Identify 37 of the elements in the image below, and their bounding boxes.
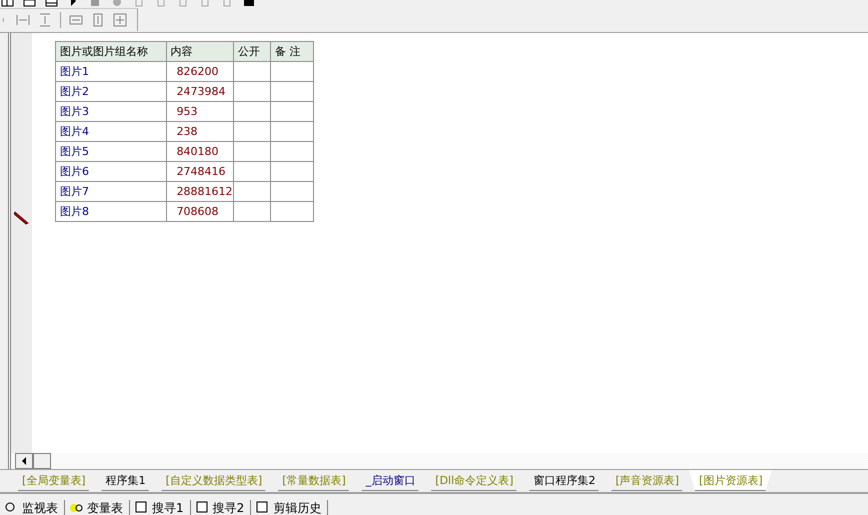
table-cell: 图片2 [56,82,166,102]
left-arrow-icon [22,457,26,465]
table-cell: 953 [166,102,234,122]
column-header: 备 注 [270,42,314,62]
table-cell: 图片6 [56,162,166,182]
width-icon[interactable] [69,13,83,27]
size-icon[interactable] [113,13,127,27]
panel-tab[interactable]: 搜寻1 [130,500,191,515]
table-cell: 图片8 [56,202,166,222]
height-icon[interactable] [91,13,105,27]
column-header: 内容 [166,42,234,62]
panel-tab[interactable]: 剪辑历史 [251,500,328,515]
column-header: 图片或图片组名称 [56,42,166,62]
table-cell: 840180 [166,142,234,162]
table-cell: 图片4 [56,122,166,142]
table-cell: 图片5 [56,142,166,162]
tab[interactable]: [图片资源表] [689,470,772,491]
panel-tab[interactable]: 搜寻2 [190,500,252,515]
column-header: 公开 [234,42,270,62]
scroll-left-button[interactable] [15,453,33,469]
spacing-icon[interactable] [16,13,30,27]
table-cell: 238 [166,122,234,142]
panel-tab[interactable]: 监视表 [0,500,65,515]
document-icon [134,500,148,514]
table-cell: 2748416 [166,162,234,182]
document-icon [194,500,209,514]
table-cell: 图片1 [56,62,166,82]
table-cell: 28881612 [166,182,234,202]
table-cell: 826200 [166,62,234,82]
pencil-icon [14,211,30,225]
panel-tab[interactable]: 变量表 [65,500,130,515]
table-cell: 图片7 [56,182,166,202]
table-cell: 2473984 [166,82,234,102]
document-icon [255,500,270,514]
table-cell: 708608 [166,202,234,222]
spacing-icon[interactable] [38,13,52,27]
table-cell: 图片3 [56,102,166,122]
